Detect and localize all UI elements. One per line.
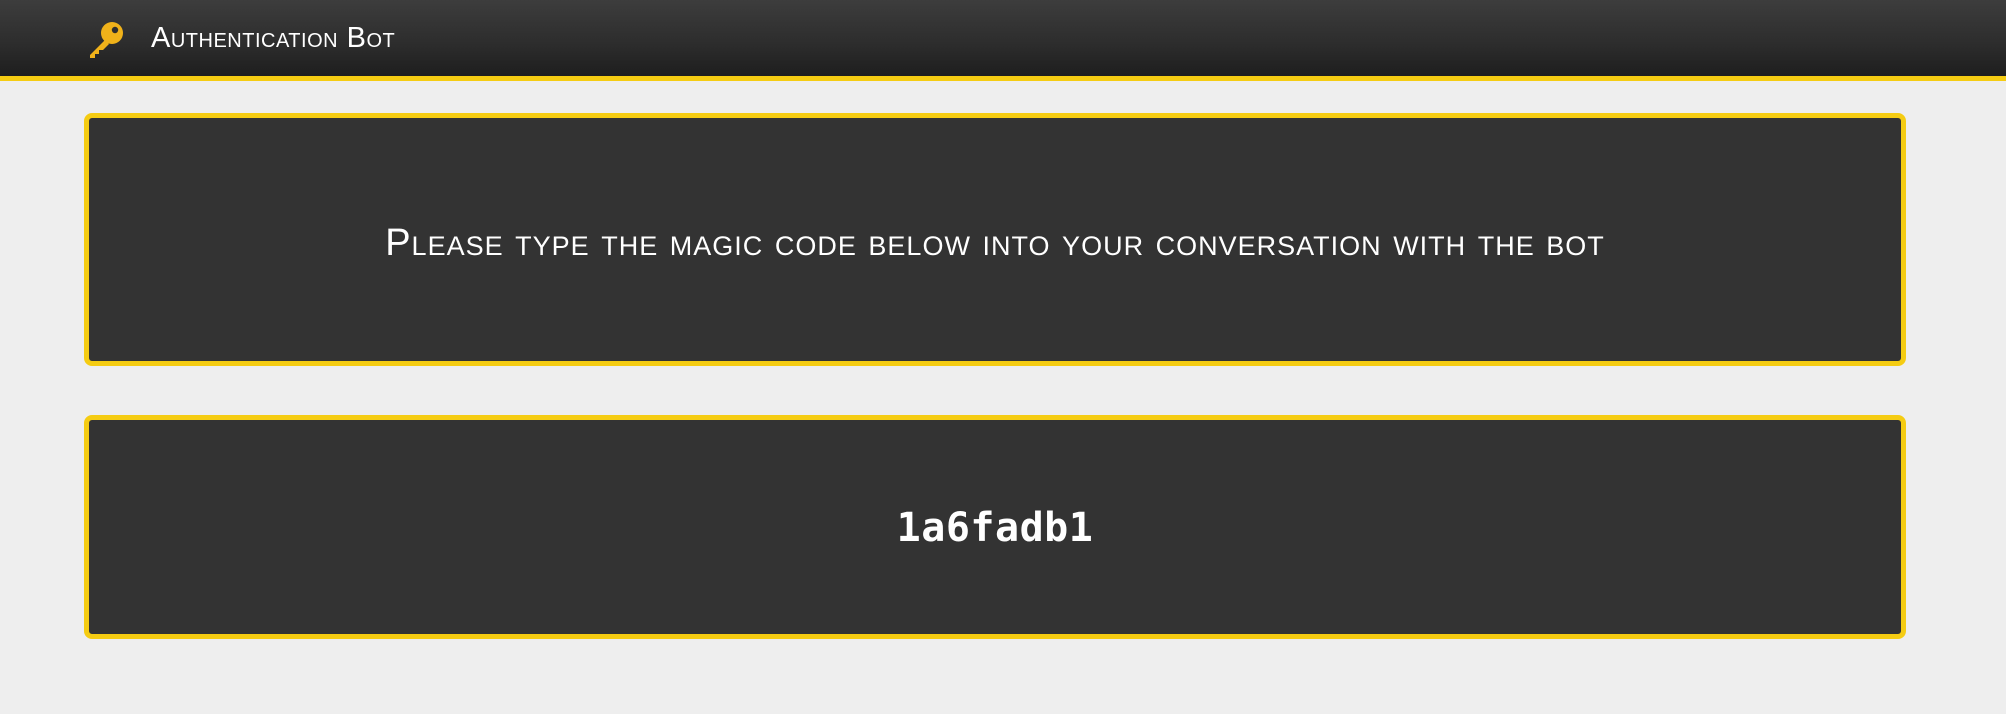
instructions-panel: Please type the magic code below into yo… xyxy=(84,113,1906,366)
key-icon xyxy=(86,20,126,60)
instructions-text: Please type the magic code below into yo… xyxy=(385,222,1605,264)
magic-code-panel: 1a6fadb1 xyxy=(84,415,1906,639)
app-title: Authentication Bot xyxy=(151,22,396,54)
magic-code[interactable]: 1a6fadb1 xyxy=(897,505,1094,551)
top-navbar: Authentication Bot xyxy=(0,0,2006,81)
